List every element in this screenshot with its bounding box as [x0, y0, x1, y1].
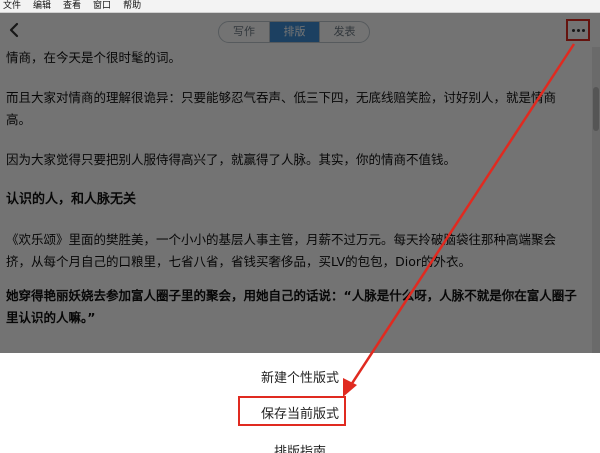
more-options-button[interactable]	[566, 19, 590, 41]
menu-edit[interactable]: 编辑	[27, 0, 57, 12]
tab-publish[interactable]: 发表	[319, 22, 369, 42]
menu-window[interactable]: 窗口	[87, 0, 117, 12]
tab-write[interactable]: 写作	[219, 22, 269, 42]
save-current-style-option[interactable]: 保存当前版式	[0, 403, 600, 422]
ellipsis-icon	[571, 28, 575, 32]
menu-bar: 文件 编辑 查看 窗口 帮助	[0, 0, 600, 13]
scrollbar-thumb[interactable]	[593, 87, 599, 131]
section-heading: 认识的人，和人脉无关	[6, 192, 137, 207]
menu-file[interactable]: 文件	[0, 0, 27, 12]
bottom-action-sheet: 新建个性版式 保存当前版式 排版指南	[0, 353, 600, 453]
paragraph: 而且大家对情商的理解很诡异：只要能够忍气吞声、低三下四，无底线赔笑脸，讨好别人，…	[6, 90, 557, 127]
paragraph: 情商，在今天是个很时髦的词。	[6, 50, 182, 65]
tab-layout[interactable]: 排版	[269, 22, 319, 42]
app-window: 写作 排版 发表 情商，在今天是个很时髦的词。 而且大家对情商的理解很诡异：只要…	[0, 13, 600, 453]
layout-guide-option[interactable]: 排版指南	[0, 441, 600, 453]
top-toolbar: 写作 排版 发表	[0, 13, 600, 47]
article-content: 情商，在今天是个很时髦的词。 而且大家对情商的理解很诡异：只要能够忍气吞声、低三…	[0, 47, 590, 353]
chevron-left-icon	[9, 22, 19, 38]
back-button[interactable]	[6, 21, 22, 39]
paragraph: 《欢乐颂》里面的樊胜美，一个小小的基层人事主管，月薪不过万元。每天拎破脑袋往那种…	[6, 232, 557, 269]
scrollbar[interactable]	[592, 47, 600, 353]
paragraph-bold: 她穿得艳丽妖娆去参加富人圈子里的聚会，用她自己的话说：“人脉是什么呀，人脉不就是…	[6, 288, 577, 325]
new-custom-style-option[interactable]: 新建个性版式	[0, 367, 600, 386]
mode-tabs: 写作 排版 发表	[218, 21, 370, 43]
menu-help[interactable]: 帮助	[117, 0, 147, 12]
paragraph: 因为大家觉得只要把别人服侍得高兴了，就赢得了人脉。其实，你的情商不值钱。	[6, 152, 457, 167]
menu-view[interactable]: 查看	[57, 0, 87, 12]
